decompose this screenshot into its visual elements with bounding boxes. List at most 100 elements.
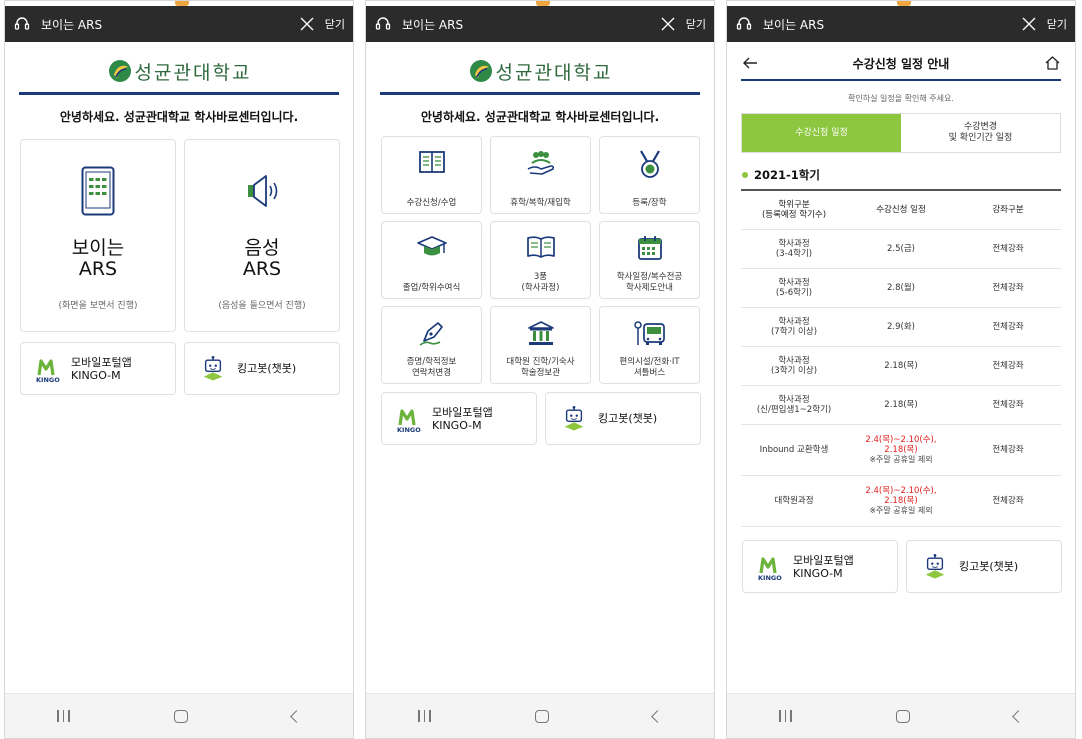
logo-text: 성균관대학교: [134, 61, 252, 84]
back-icon[interactable]: [290, 709, 303, 723]
chatbot-button[interactable]: 킹고봇(챗봇): [545, 392, 701, 445]
table-row: 대학원과정 2.4(목)~2.10(수), 2.18(목) ※주말 공휴일 제외…: [741, 475, 1061, 527]
visible-ars-title: 보이는 ARS: [71, 237, 125, 280]
kingo-m-button[interactable]: 모바일포털앱 KINGO-M: [742, 540, 898, 593]
kingo-m-button[interactable]: 모바일포털앱 KINGO-M: [20, 342, 176, 395]
tab-change-schedule[interactable]: 수강변경 및 확인기간 일정: [901, 114, 1060, 152]
table-header-row: 학위구분 (등록예정 학기수) 수강신청 일정 강좌구분: [741, 191, 1061, 230]
kingo-m-logo-icon: [35, 355, 63, 383]
voice-ars-subtitle: (음성을 들으면서 진행): [218, 301, 306, 311]
headset-icon: [13, 15, 31, 33]
menu-label: 3품 (학사과정): [521, 272, 560, 293]
university-logo: 성균관대학교: [5, 56, 353, 86]
menu-label: 졸업/학위수여식: [402, 283, 461, 293]
course-kind-cell: 전체강좌: [955, 307, 1061, 347]
app-title: 보이는 ARS: [763, 17, 825, 32]
system-nav-bar: [5, 693, 353, 738]
visible-ars-button[interactable]: 보이는 ARS (화면을 보면서 진행): [20, 139, 176, 332]
calendar-icon: [637, 236, 662, 260]
menu-tuition-scholarship[interactable]: 등록/장학: [599, 136, 700, 214]
greeting-text: 안녕하세요. 성균관대학교 학사바로센터입니다.: [59, 110, 299, 124]
home-icon[interactable]: [1044, 55, 1061, 71]
close-icon[interactable]: [1021, 16, 1037, 32]
close-button[interactable]: 닫기: [325, 16, 345, 32]
course-kind-cell: 전체강좌: [955, 424, 1061, 476]
close-button[interactable]: 닫기: [686, 16, 706, 32]
date-note: ※주말 공휴일 제외: [869, 454, 933, 464]
kingo-m-label: 모바일포털앱 KINGO-M: [71, 356, 132, 382]
date-cell: 2.8(월): [847, 268, 955, 308]
recent-apps-icon[interactable]: [779, 710, 792, 722]
menu-label: 대학원 진학/기숙사 학술정보관: [506, 357, 575, 378]
table-row: Inbound 교환학생 2.4(목)~2.10(수), 2.18(목) ※주말…: [741, 424, 1061, 476]
date-range-text: 2.4(목)~2.10(수), 2.18(목): [865, 485, 937, 506]
semester-heading: 2021-1학기: [742, 167, 820, 183]
menu-graduation[interactable]: 졸업/학위수여식: [381, 221, 482, 299]
kingo-m-button[interactable]: 모바일포털앱 KINGO-M: [381, 392, 537, 445]
open-book-icon: [526, 236, 555, 258]
kingo-m-label: 모바일포털앱 KINGO-M: [793, 554, 854, 580]
degree-type-cell: 학사과정 (5-6학기): [741, 268, 847, 308]
home-icon[interactable]: [173, 709, 188, 723]
menu-label: 등록/장학: [632, 198, 667, 208]
degree-type-cell: 학사과정 (3-4학기): [741, 229, 847, 269]
date-range-text: 2.4(목)~2.10(수), 2.18(목): [865, 434, 937, 455]
menu-label: 수강신청/수업: [406, 198, 457, 208]
university-emblem-icon: [107, 58, 133, 84]
app-title: 보이는 ARS: [402, 17, 464, 32]
menu-label: 편의시설/전화·IT 셔틀버스: [619, 357, 680, 378]
degree-type-cell: 대학원과정: [741, 475, 847, 527]
headset-icon: [374, 15, 392, 33]
menu-facilities[interactable]: 편의시설/전화·IT 셔틀버스: [599, 306, 700, 384]
back-icon[interactable]: [1012, 709, 1025, 723]
date-cell: 2.4(목)~2.10(수), 2.18(목) ※주말 공휴일 제외: [847, 424, 955, 476]
recent-apps-icon[interactable]: [57, 710, 70, 722]
recent-apps-icon[interactable]: [418, 710, 431, 722]
voice-ars-button[interactable]: 음성 ARS (음성을 들으면서 진행): [184, 139, 340, 332]
degree-type-cell: 학사과정 (3학기 이상): [741, 346, 847, 386]
course-kind-cell: 전체강좌: [955, 268, 1061, 308]
semester-label: 2021-1학기: [754, 168, 820, 182]
chatbot-button[interactable]: 킹고봇(챗봇): [184, 342, 340, 395]
tab-registration-schedule[interactable]: 수강신청 일정: [742, 114, 901, 152]
pen-icon: [419, 322, 443, 346]
divider: [19, 92, 339, 95]
date-cell: 2.18(목): [847, 346, 955, 386]
date-cell: 2.4(목)~2.10(수), 2.18(목) ※주말 공휴일 제외: [847, 475, 955, 527]
back-icon[interactable]: [651, 709, 664, 723]
home-icon[interactable]: [534, 709, 549, 723]
menu-academic-calendar[interactable]: 학사일정/복수전공 학사제도안내: [599, 221, 700, 299]
page-title: 수강신청 일정 안내: [852, 56, 950, 71]
menu-graduate-dormitory[interactable]: 대학원 진학/기숙사 학술정보관: [490, 306, 591, 384]
speaker-icon: [248, 175, 278, 207]
kingo-m-label-line2: KINGO-M: [71, 368, 121, 382]
menu-leave-return[interactable]: 휴학/복학/재입학: [490, 136, 591, 214]
date-note: ※주말 공휴일 제외: [869, 505, 933, 515]
kingo-m-logo-icon: [757, 553, 785, 581]
chatbot-button[interactable]: 킹고봇(챗봇): [906, 540, 1062, 593]
menu-course-registration[interactable]: 수강신청/수업: [381, 136, 482, 214]
building-icon: [527, 321, 554, 345]
home-icon[interactable]: [895, 709, 910, 723]
close-button[interactable]: 닫기: [1047, 16, 1067, 32]
table-row: 학사과정 (5-6학기) 2.8(월) 전체강좌: [741, 268, 1061, 308]
course-kind-cell: 전체강좌: [955, 385, 1061, 425]
screen-schedule: 보이는 ARS 닫기 수강신청 일정 안내 확인하실 일정을 확인해 주세요. …: [726, 0, 1076, 739]
medal-icon: [639, 150, 660, 178]
schedule-tabs: 수강신청 일정 수강변경 및 확인기간 일정: [741, 113, 1061, 153]
table-row: 학사과정 (신/편입생1~2학기) 2.18(목) 전체강좌: [741, 385, 1061, 425]
close-icon[interactable]: [660, 16, 676, 32]
chatbot-label: 킹고봇(챗봇): [598, 412, 658, 425]
close-icon[interactable]: [299, 16, 315, 32]
menu-label: 증명/학적정보 연락처변경: [406, 357, 457, 378]
menu-three-virtues[interactable]: 3품 (학사과정): [490, 221, 591, 299]
visible-ars-subtitle: (화면을 보면서 진행): [58, 301, 138, 311]
date-cell: 2.5(금): [847, 229, 955, 269]
people-hand-icon: [527, 151, 554, 175]
column-header: 강좌구분: [955, 191, 1061, 230]
date-cell: 2.9(화): [847, 307, 955, 347]
tablet-icon: [81, 166, 115, 216]
column-header: 수강신청 일정: [847, 191, 955, 230]
menu-certificate[interactable]: 증명/학적정보 연락처변경: [381, 306, 482, 384]
bus-icon: [633, 321, 665, 345]
